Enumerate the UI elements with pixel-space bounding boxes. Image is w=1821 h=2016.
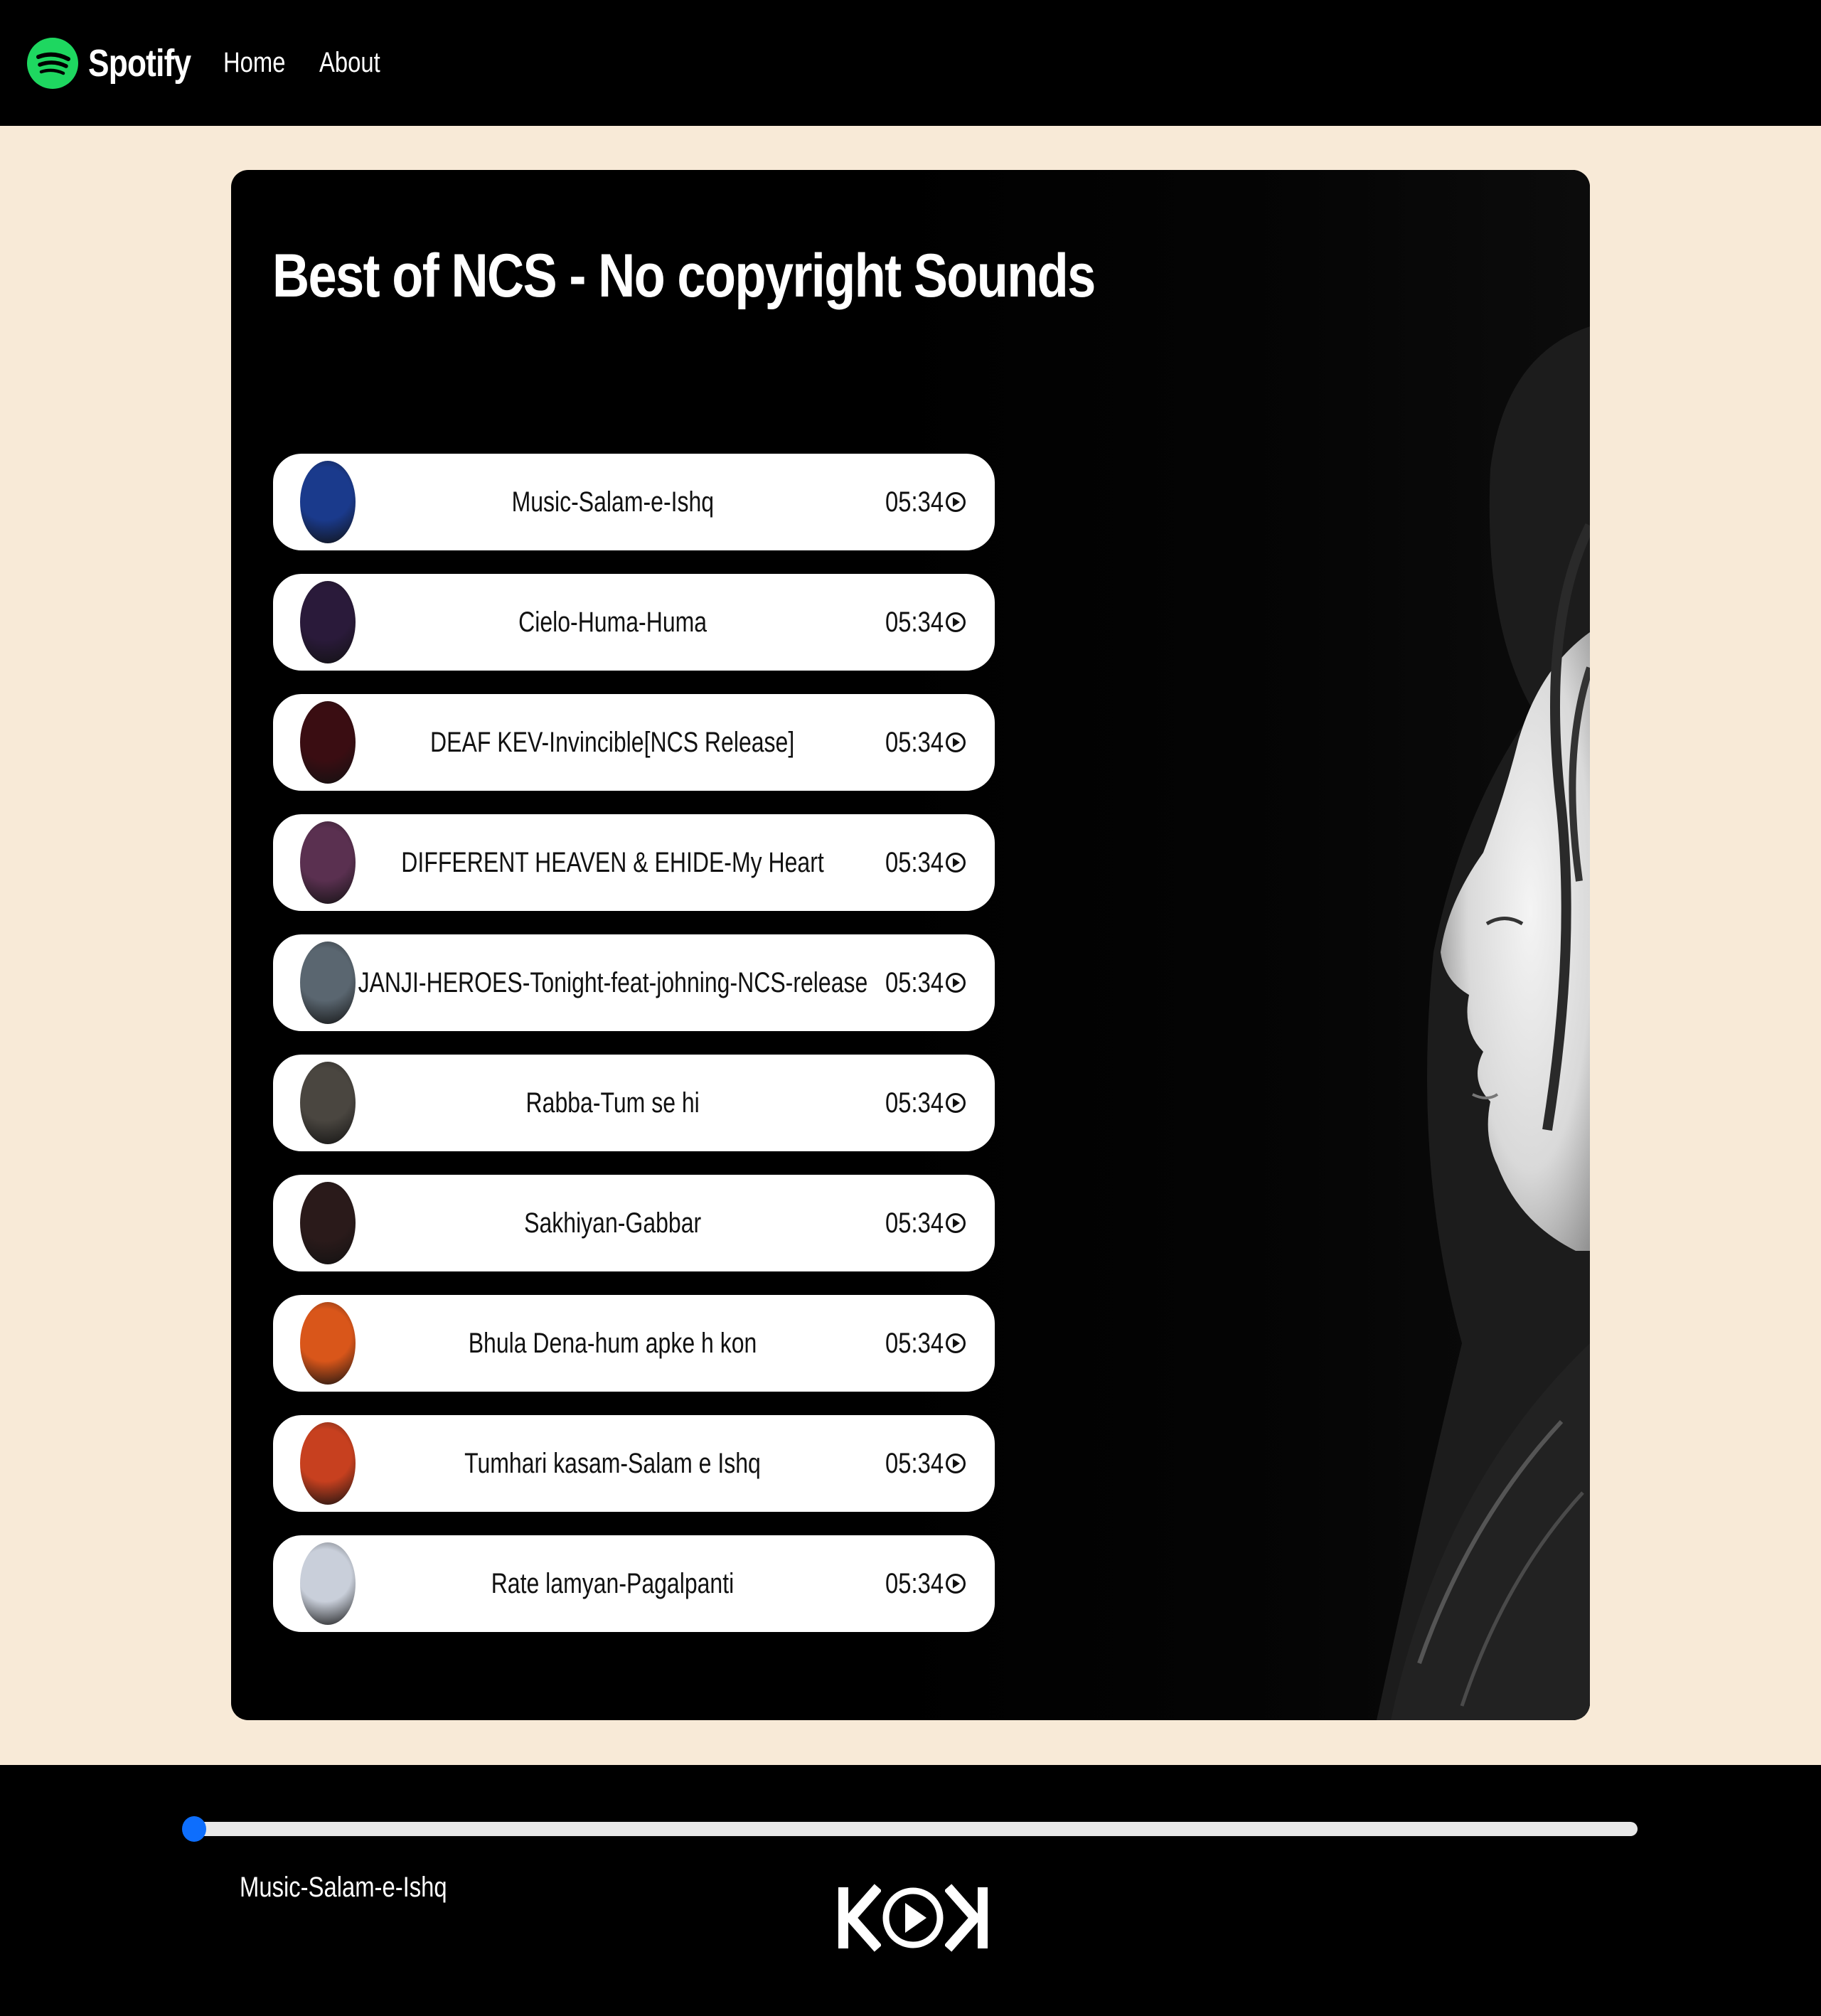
song-duration-text: 05:34 [885,726,944,758]
song-cover-image [300,461,356,543]
now-playing-title: Music-Salam-e-Ishq [240,1872,447,1903]
song-name-text: DIFFERENT HEAVEN & EHIDE-My Heart [401,846,824,878]
song-item[interactable]: DIFFERENT HEAVEN & EHIDE-My Heart 05:34 [273,814,995,911]
song-cover-image [300,1062,356,1144]
song-name-text: Rate lamyan-Pagalpanti [491,1567,735,1599]
song-duration: 05:34 [872,694,966,791]
logo[interactable]: Spotify [27,37,193,89]
song-list: Music-Salam-e-Ishq 05:34 Cielo-Huma-Huma 05… [273,454,995,1655]
song-name-text: Bhula Dena-hum apke h kon [468,1327,757,1359]
song-duration: 05:34 [872,1415,966,1512]
song-cover-image [300,821,356,904]
song-duration-text: 05:34 [885,606,944,638]
song-duration-text: 05:34 [885,966,944,998]
song-name: DEAF KEV-Invincible[NCS Release] [358,694,867,791]
song-play-icon[interactable] [945,972,966,993]
song-cover-image [300,701,356,784]
song-duration: 05:34 [872,1535,966,1632]
song-name-text: Tumhari kasam-Salam e Ishq [464,1447,761,1479]
song-play-icon[interactable] [945,612,966,633]
song-duration: 05:34 [872,814,966,911]
playlist-title: Best of NCS - No copyright Sounds [272,242,1096,310]
song-name: Rate lamyan-Pagalpanti [358,1535,867,1632]
song-name-text: Rabba-Tum se hi [525,1087,700,1119]
song-duration: 05:34 [872,574,966,671]
song-duration: 05:34 [872,1175,966,1271]
song-name: JANJI-HEROES-Tonight-feat-johning-NCS-re… [358,934,867,1031]
next-icon[interactable] [945,1872,990,1964]
song-duration-text: 05:34 [885,1447,944,1479]
song-duration-text: 05:34 [885,486,944,518]
song-item[interactable]: Music-Salam-e-Ishq 05:34 [273,454,995,550]
song-duration-text: 05:34 [885,846,944,878]
song-cover-image [300,1182,356,1264]
song-duration: 05:34 [872,1295,966,1392]
song-name-text: Music-Salam-e-Ishq [511,486,714,518]
song-play-icon[interactable] [945,1573,966,1594]
song-cover-image [300,581,356,663]
song-duration-text: 05:34 [885,1567,944,1599]
player-controls [835,1872,990,1964]
song-cover-image [300,1422,356,1505]
spotify-logo-icon [27,37,78,89]
song-item[interactable]: Sakhiyan-Gabbar 05:34 [273,1175,995,1271]
song-duration: 05:34 [872,1055,966,1151]
navbar: Spotify Home About [0,0,1821,126]
song-item[interactable]: DEAF KEV-Invincible[NCS Release] 05:34 [273,694,995,791]
song-duration: 05:34 [872,454,966,550]
song-name: Rabba-Tum se hi [358,1055,867,1151]
song-name: DIFFERENT HEAVEN & EHIDE-My Heart [358,814,867,911]
song-name-text: Sakhiyan-Gabbar [523,1207,702,1239]
song-cover-image [300,942,356,1024]
song-item[interactable]: Rabba-Tum se hi 05:34 [273,1055,995,1151]
song-play-icon[interactable] [945,732,966,753]
song-item[interactable]: Tumhari kasam-Salam e Ishq 05:34 [273,1415,995,1512]
song-play-icon[interactable] [945,1212,966,1234]
song-item[interactable]: Bhula Dena-hum apke h kon 05:34 [273,1295,995,1392]
song-name: Bhula Dena-hum apke h kon [358,1295,867,1392]
progress-thumb[interactable] [182,1816,206,1842]
song-play-icon[interactable] [945,1092,966,1114]
song-name: Cielo-Huma-Huma [358,574,867,671]
song-name: Music-Salam-e-Ishq [358,454,867,550]
previous-icon[interactable] [835,1872,881,1964]
song-item[interactable]: Rate lamyan-Pagalpanti 05:34 [273,1535,995,1632]
song-name: Sakhiyan-Gabbar [358,1175,867,1271]
song-item[interactable]: Cielo-Huma-Huma 05:34 [273,574,995,671]
song-duration-text: 05:34 [885,1207,944,1239]
song-play-icon[interactable] [945,1333,966,1354]
song-name-text: DEAF KEV-Invincible[NCS Release] [430,726,795,758]
brand-name: Spotify [88,41,191,85]
play-icon[interactable] [881,1872,945,1964]
song-name-text: JANJI-HEROES-Tonight-feat-johning-NCS-re… [358,966,867,998]
song-cover-image [300,1302,356,1385]
nav-link-about[interactable]: About [319,47,380,79]
playlist-card: Best of NCS - No copyright Sounds Music-… [231,170,1590,1720]
song-duration-text: 05:34 [885,1087,944,1119]
song-item[interactable]: JANJI-HEROES-Tonight-feat-johning-NCS-re… [273,934,995,1031]
nav-link-home[interactable]: Home [223,47,285,79]
song-name-text: Cielo-Huma-Huma [518,606,707,638]
song-play-icon[interactable] [945,1453,966,1474]
song-duration-text: 05:34 [885,1327,944,1359]
song-name: Tumhari kasam-Salam e Ishq [358,1415,867,1512]
song-duration: 05:34 [872,934,966,1031]
song-cover-image [300,1542,356,1625]
player-bar: Music-Salam-e-Ishq [0,1765,1821,2016]
progress-slider[interactable] [182,1816,1638,1842]
song-play-icon[interactable] [945,491,966,513]
song-play-icon[interactable] [945,852,966,873]
